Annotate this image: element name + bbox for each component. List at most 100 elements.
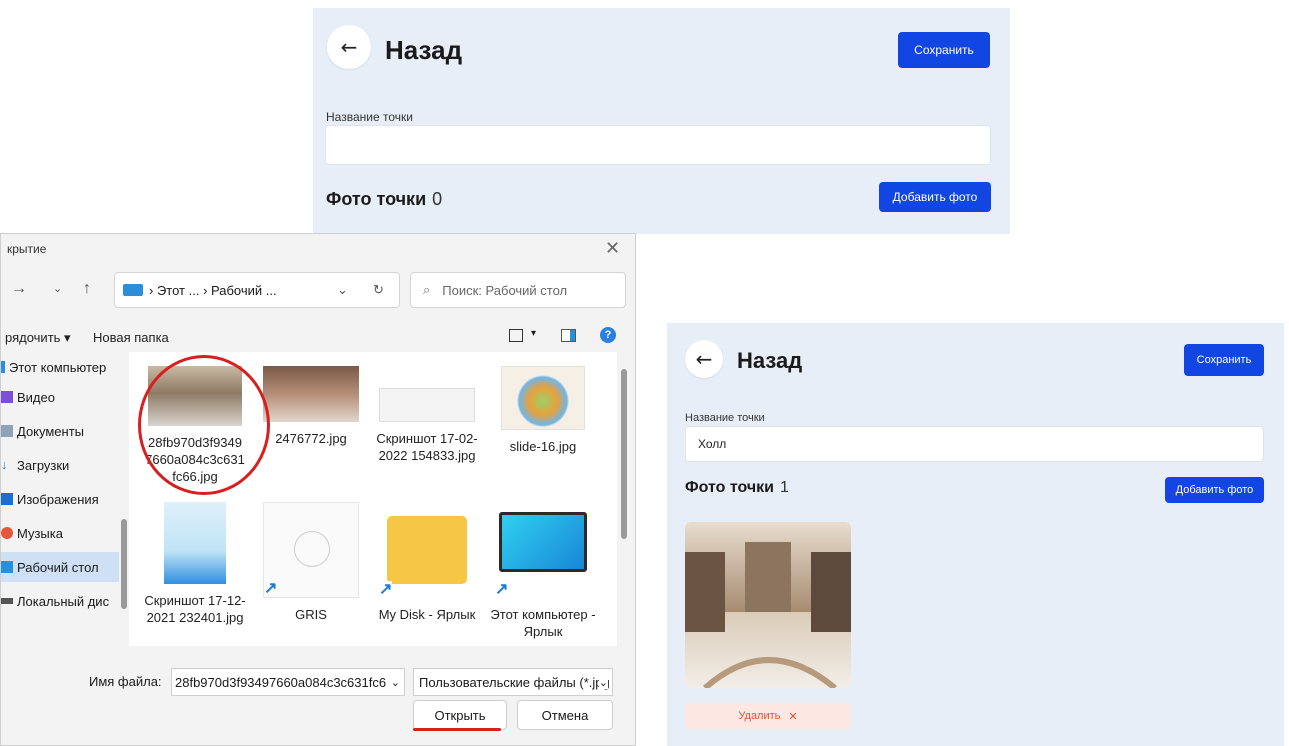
file-item[interactable]: slide-16.jpg (485, 366, 601, 455)
file-item[interactable]: ↗ My Disk - Ярлык (369, 502, 485, 623)
chevron-down-icon[interactable]: ⌄ (598, 675, 608, 689)
refresh-icon[interactable]: ↻ (373, 282, 384, 298)
file-name: GRIS (295, 607, 327, 622)
view-icon[interactable] (509, 329, 523, 342)
arrow-left-icon: ← (695, 347, 713, 371)
breadcrumb-this-pc[interactable]: Этот ... (157, 283, 200, 298)
file-name: Скриншот 17-12-2021 232401.jpg (144, 593, 246, 625)
sidebar-item-documents[interactable]: Документы (1, 416, 119, 446)
shortcut-arrow-icon: ↗ (495, 581, 509, 598)
close-icon: ✕ (788, 710, 798, 723)
gris-logo (294, 531, 330, 567)
delete-photo-button[interactable]: Удалить ✕ (685, 703, 851, 729)
cancel-button[interactable]: Отмена (517, 700, 613, 730)
drive-icon (1, 598, 13, 604)
photos-section-title: Фото точки 1 (685, 479, 789, 497)
navigation-pane: Этот компьютер Видео Документы ↓ Загрузки… (1, 352, 119, 634)
file-thumbnail (379, 388, 475, 422)
add-photo-button[interactable]: Добавить фото (1165, 477, 1264, 503)
preview-pane-icon[interactable] (561, 329, 576, 342)
filename-label: Имя файла: (89, 674, 162, 689)
file-thumbnail: ↗ (263, 502, 359, 598)
filename-input[interactable]: 28fb970d3f93497660a084c3c631fc6 ⌄ (171, 668, 405, 696)
file-thumbnail (501, 366, 585, 430)
sidebar-item-desktop[interactable]: Рабочий стол (1, 552, 119, 582)
desktop-icon (1, 561, 13, 573)
back-button[interactable]: ← (327, 25, 371, 69)
file-grid-scroll-thumb[interactable] (621, 369, 627, 539)
file-open-dialog: крытие ✕ → ⌄ ↑ › Этот ... › Рабочий ... … (0, 233, 636, 746)
file-item[interactable]: Скриншот 17-12-2021 232401.jpg (137, 502, 253, 626)
edit-point-panel-empty: ← Назад Сохранить Название точки Фото то… (313, 8, 1010, 234)
annotation-underline (413, 728, 501, 731)
shortcut-arrow-icon: ↗ (379, 581, 393, 598)
new-folder-button[interactable]: Новая папка (93, 330, 169, 345)
sidebar-item-music[interactable]: Музыка (1, 518, 119, 548)
search-input[interactable]: ⌕ Поиск: Рабочий стол (410, 272, 626, 308)
filetype-value: Пользовательские файлы (*.jpg (419, 674, 610, 690)
music-icon (1, 527, 13, 539)
back-button[interactable]: ← (685, 340, 723, 378)
forward-icon[interactable]: → (11, 280, 27, 298)
file-name: Этот компьютер - Ярлык (490, 607, 596, 639)
name-field-label: Название точки (326, 110, 413, 124)
photos-count: 0 (432, 189, 443, 209)
file-item[interactable]: 2476772.jpg (253, 366, 369, 447)
chevron-down-icon[interactable]: ⌄ (391, 676, 400, 689)
dialog-title: крытие (7, 242, 47, 256)
photo-thumbnail[interactable] (685, 522, 851, 688)
photos-label: Фото точки (685, 479, 775, 496)
name-input[interactable]: Холл (685, 426, 1264, 462)
organize-menu[interactable]: рядочить ▾ (5, 330, 71, 346)
filetype-select[interactable]: Пользовательские файлы (*.jpg ⌄ (413, 668, 613, 696)
file-item[interactable]: Скриншот 17-02-2022 154833.jpg (369, 366, 485, 464)
add-photo-button[interactable]: Добавить фото (879, 182, 991, 212)
name-input[interactable] (325, 125, 991, 165)
monitor-icon (499, 512, 587, 572)
file-item[interactable]: ↗ GRIS (253, 502, 369, 623)
chevron-down-icon[interactable]: ▾ (531, 328, 536, 339)
close-icon[interactable]: ✕ (605, 238, 620, 259)
sidebar-item-local-disk[interactable]: Локальный дис (1, 586, 119, 616)
sidebar-item-downloads[interactable]: ↓ Загрузки (1, 450, 119, 480)
documents-icon (1, 425, 13, 437)
shortcut-arrow-icon: ↗ (264, 580, 278, 597)
page-title: Назад (737, 348, 803, 373)
download-icon: ↓ (1, 457, 8, 472)
up-arrow-icon[interactable]: ↑ (83, 280, 91, 298)
address-bar[interactable]: › Этот ... › Рабочий ... ⌄ ↻ (114, 272, 400, 308)
file-name: 2476772.jpg (275, 431, 347, 446)
breadcrumb-desktop[interactable]: Рабочий ... (211, 283, 277, 298)
annotation-circle (138, 355, 270, 495)
page-title: Назад (385, 35, 463, 65)
file-thumbnail: ↗ (495, 502, 591, 598)
sidebar-item-images[interactable]: Изображения (1, 484, 119, 514)
help-icon[interactable]: ? (600, 327, 616, 343)
chevron-down-icon[interactable]: ⌄ (53, 282, 62, 295)
photos-section-title: Фото точки 0 (326, 189, 442, 210)
sidebar-item-this-pc[interactable]: Этот компьютер (1, 352, 119, 382)
arrow-left-icon: ← (340, 35, 358, 59)
computer-icon (1, 361, 5, 373)
breadcrumb-separator: › (149, 282, 157, 298)
sidebar-scroll-thumb[interactable] (121, 519, 127, 609)
file-name: Скриншот 17-02-2022 154833.jpg (376, 431, 478, 463)
folder-icon (387, 516, 467, 584)
open-button[interactable]: Открыть (413, 700, 507, 730)
video-icon (1, 391, 13, 403)
delete-label: Удалить (738, 710, 781, 722)
file-name: My Disk - Ярлык (378, 607, 476, 622)
search-placeholder: Поиск: Рабочий стол (442, 282, 568, 298)
photos-label: Фото точки (326, 189, 427, 209)
name-field-label: Название точки (685, 412, 765, 424)
sidebar-item-video[interactable]: Видео (1, 382, 119, 412)
chevron-down-icon[interactable]: ⌄ (337, 282, 348, 298)
file-thumbnail (263, 366, 359, 422)
save-button[interactable]: Сохранить (898, 32, 990, 68)
file-item[interactable]: ↗ Этот компьютер - Ярлык (485, 502, 601, 640)
search-icon: ⌕ (423, 282, 431, 297)
file-name: slide-16.jpg (509, 439, 577, 454)
mall-interior-photo (685, 522, 851, 688)
save-button[interactable]: Сохранить (1184, 344, 1264, 376)
folder-icon (123, 284, 143, 296)
